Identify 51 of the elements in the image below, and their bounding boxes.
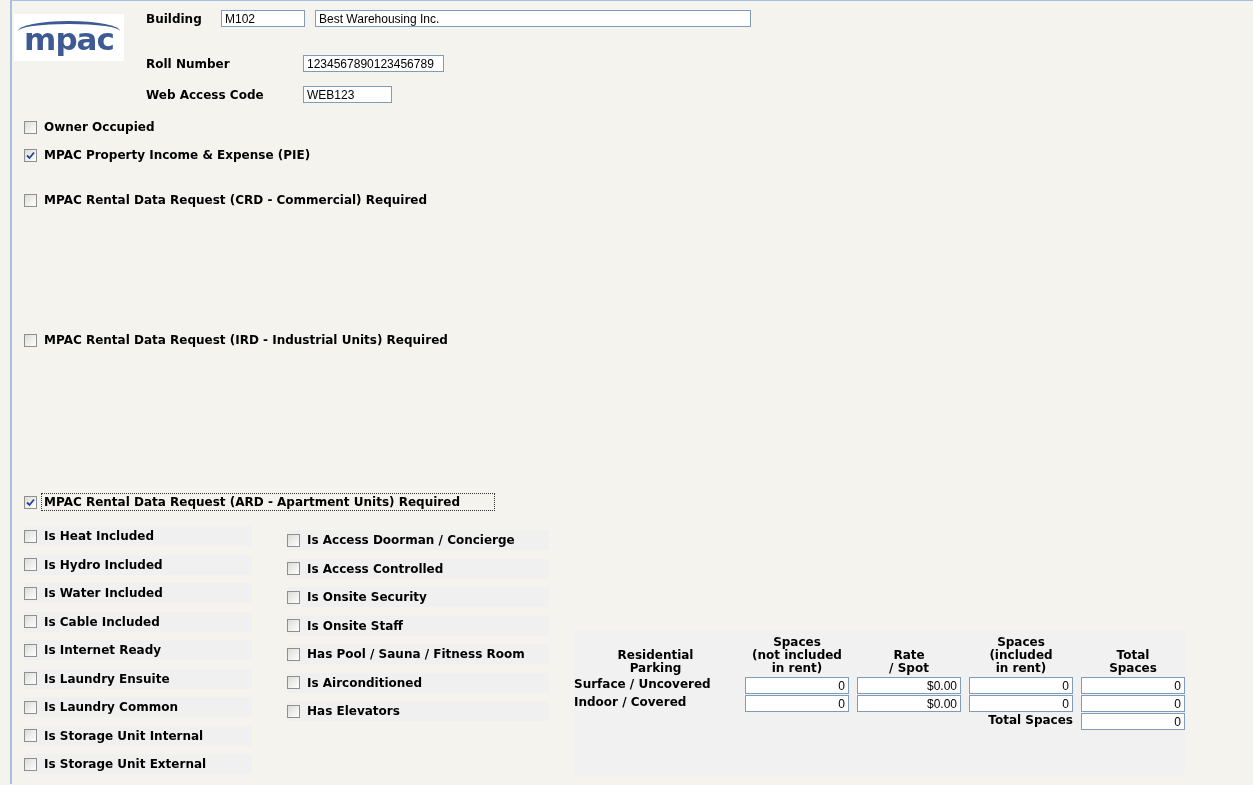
- input-field[interactable]: M102: [221, 10, 305, 27]
- input-field[interactable]: 1234567890123456789: [303, 55, 444, 72]
- input-field[interactable]: 0: [1081, 695, 1185, 712]
- column-header: Spaces (included in rent): [988, 636, 1054, 675]
- checkbox[interactable]: [287, 619, 300, 632]
- column-header: Residential Parking: [616, 649, 695, 675]
- checkbox[interactable]: [287, 562, 300, 575]
- input-field[interactable]: 0: [969, 695, 1073, 712]
- logo: mpac: [14, 14, 124, 61]
- total-label: Total Spaces: [987, 713, 1073, 729]
- column-header: Rate / Spot: [888, 649, 930, 675]
- input-field[interactable]: $0.00: [857, 695, 961, 712]
- checkbox[interactable]: [24, 558, 37, 571]
- input-field[interactable]: 0: [745, 677, 849, 694]
- checkbox[interactable]: [287, 590, 300, 604]
- checkbox[interactable]: [24, 529, 37, 543]
- checkbox[interactable]: [24, 757, 37, 771]
- checkbox-label[interactable]: MPAC Rental Data Request (CRD - Commercial) Required: [41, 191, 431, 209]
- field-label: Web Access Code: [146, 87, 265, 102]
- checkbox[interactable]: [24, 615, 37, 628]
- checkbox[interactable]: [24, 120, 37, 134]
- checkbox[interactable]: [24, 148, 37, 162]
- checkbox[interactable]: [24, 729, 37, 742]
- checkbox[interactable]: [287, 533, 300, 547]
- input-field[interactable]: 0: [969, 677, 1073, 694]
- input-field[interactable]: 0: [745, 695, 849, 712]
- checkbox-label[interactable]: MPAC Rental Data Request (IRD - Industrial Units) Required: [41, 331, 451, 349]
- checkbox-label[interactable]: MPAC Property Income & Expense (PIE): [41, 146, 314, 164]
- checkbox[interactable]: [24, 700, 37, 714]
- checkbox[interactable]: [24, 586, 37, 600]
- row-label: Indoor / Covered: [574, 695, 688, 711]
- input-field[interactable]: WEB123: [303, 86, 392, 103]
- input-field[interactable]: Best Warehousing Inc.: [315, 10, 751, 27]
- checkbox[interactable]: [287, 647, 300, 661]
- checkbox[interactable]: [24, 193, 37, 207]
- checkbox-label[interactable]: MPAC Rental Data Request (ARD - Apartment Units) Required: [41, 493, 495, 511]
- column-header: Spaces (not included in rent): [751, 636, 843, 675]
- checkbox[interactable]: [24, 495, 37, 509]
- checkbox-label[interactable]: Owner Occupied: [41, 118, 158, 136]
- input-field[interactable]: 0: [1081, 713, 1185, 730]
- checkbox[interactable]: [24, 333, 37, 347]
- input-field[interactable]: 0: [1081, 677, 1185, 694]
- field-label: Building: [146, 11, 203, 26]
- checkbox[interactable]: [24, 672, 37, 685]
- checkbox[interactable]: [24, 643, 37, 657]
- input-field[interactable]: $0.00: [857, 677, 961, 694]
- column-header: Total Spaces: [1108, 649, 1158, 675]
- checkbox[interactable]: [287, 704, 300, 718]
- row-label: Surface / Uncovered: [574, 677, 712, 693]
- checkbox[interactable]: [287, 676, 300, 689]
- field-label: Roll Number: [146, 56, 231, 71]
